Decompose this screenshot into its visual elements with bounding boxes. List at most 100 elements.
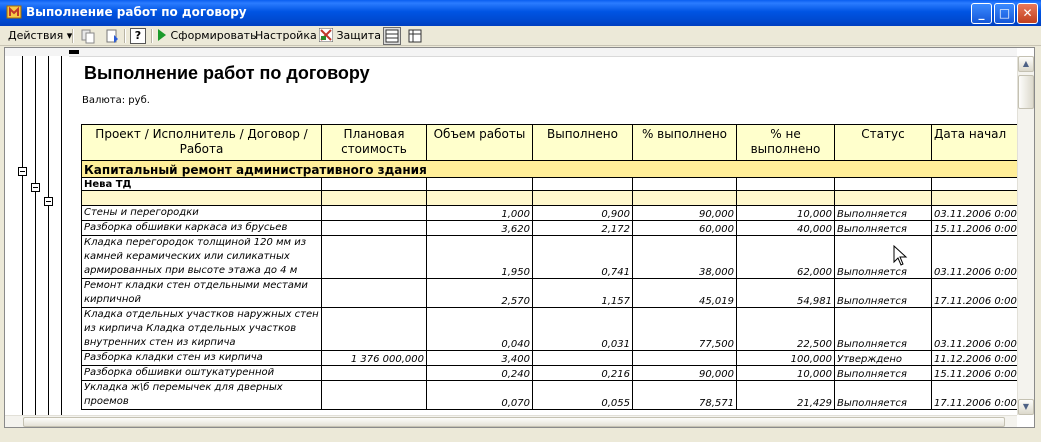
scroll-thumb[interactable] — [1018, 75, 1034, 109]
table-cell — [532, 177, 633, 191]
maximize-button[interactable]: □ — [994, 3, 1015, 24]
table-cell — [632, 190, 737, 206]
scroll-down-button[interactable]: ▼ — [1018, 399, 1034, 415]
percent-not-done: 10,000 — [736, 365, 835, 381]
group-line — [61, 56, 62, 415]
table-cell — [931, 190, 1017, 206]
report-table-viewport: Проект / Исполнитель / Договор / Работа … — [81, 124, 1017, 415]
protection-icon — [318, 27, 334, 43]
percent-done: 90,000 — [632, 205, 737, 221]
column-header: % не выполнено — [736, 124, 835, 161]
work-done: 0,741 — [532, 235, 633, 279]
settings-button[interactable]: Настройка — [255, 28, 317, 44]
contractor-name: Нева ТД — [81, 177, 322, 191]
generate-button[interactable]: Сформировать — [157, 28, 257, 44]
collapse-group-button[interactable] — [31, 183, 40, 192]
table-row[interactable]: Укладка ж\б перемычек для дверных проемо… — [81, 380, 1017, 410]
start-date: 11.12.2006 0:00: — [931, 350, 1017, 366]
title-bar: Выполнение работ по договору _ □ ✕ — [0, 0, 1041, 26]
table-cell — [632, 177, 737, 191]
column-group-bar — [5, 48, 1017, 57]
contract-row[interactable] — [81, 190, 1017, 206]
planned-cost — [321, 307, 427, 351]
group-line — [22, 56, 23, 415]
table-row[interactable]: Разборка обшивки каркаса из брусьев 3,620… — [81, 220, 1017, 236]
table-row[interactable]: Ремонт кладки стен отдельными местами ки… — [81, 278, 1017, 308]
play-icon — [158, 29, 166, 41]
column-header: Дата начал — [931, 124, 1017, 161]
group-line — [35, 56, 36, 415]
start-date: 15.11.2006 0:00: — [931, 365, 1017, 381]
mouse-cursor-icon — [893, 245, 908, 266]
layout-icon[interactable] — [407, 28, 423, 44]
report-title: Выполнение работ по договору — [84, 63, 370, 83]
percent-done: 60,000 — [632, 220, 737, 236]
collapse-group-button[interactable] — [18, 167, 27, 176]
refresh-icon[interactable] — [104, 28, 120, 44]
work-volume: 0,070 — [426, 380, 533, 410]
work-name: Кладка отдельных участков наружных стен … — [81, 307, 322, 351]
work-volume: 2,570 — [426, 278, 533, 308]
table-cell — [81, 190, 322, 206]
contractor-row[interactable]: Нева ТД — [81, 177, 1017, 191]
status-cell: Выполняется — [834, 220, 932, 236]
group-level-marker — [69, 50, 79, 54]
start-date: 17.11.2006 0:00: — [931, 380, 1017, 410]
help-icon[interactable]: ? — [130, 28, 146, 44]
collapse-group-button[interactable] — [44, 197, 53, 206]
table-cell — [426, 177, 533, 191]
table-cell — [736, 177, 835, 191]
table-row[interactable]: Кладка перегородок толщиной 120 мм из ка… — [81, 235, 1017, 279]
group-line — [48, 56, 49, 415]
app-icon — [6, 5, 22, 19]
report-frame: Выполнение работ по договору Валюта: руб… — [4, 47, 1035, 428]
project-group-row[interactable]: Капитальный ремонт административного зда… — [81, 160, 1017, 178]
work-done — [532, 350, 633, 366]
table-cell — [426, 190, 533, 206]
work-name: Стены и перегородки — [81, 205, 322, 221]
table-row[interactable]: Разборка обшивки оштукатуренной 0,240 0,21… — [81, 365, 1017, 381]
copy-icon[interactable] — [80, 28, 96, 44]
table-row[interactable]: Стены и перегородки 1,000 0,900 90,000 10,00… — [81, 205, 1017, 221]
table-cell — [321, 190, 427, 206]
column-header: Статус — [834, 124, 932, 161]
table-row[interactable]: Разборка кладки стен из кирпича 1 376 000… — [81, 350, 1017, 366]
status-cell: Выполняется — [834, 205, 932, 221]
table-cell — [834, 190, 932, 206]
percent-not-done: 62,000 — [736, 235, 835, 279]
percent-not-done: 10,000 — [736, 205, 835, 221]
work-name: Укладка ж\б перемычек для дверных проемо… — [81, 380, 322, 410]
toolbar-separator — [151, 29, 153, 43]
report-table: Проект / Исполнитель / Договор / Работа … — [81, 124, 1017, 410]
table-row[interactable]: Кладка отдельных участков наружных стен … — [81, 307, 1017, 351]
percent-done: 38,000 — [632, 235, 737, 279]
table-cell — [736, 190, 835, 206]
column-header: Плановая стоимость — [321, 124, 427, 161]
horizontal-scroll-thumb[interactable] — [23, 417, 1005, 427]
close-button[interactable]: ✕ — [1017, 3, 1038, 24]
table-view-icon[interactable] — [383, 27, 401, 45]
work-name: Разборка обшивки каркаса из брусьев — [81, 220, 322, 236]
scroll-up-button[interactable]: ▲ — [1018, 56, 1034, 72]
table-cell — [834, 177, 932, 191]
status-cell: Выполняется — [834, 307, 932, 351]
toolbar-separator — [72, 29, 74, 43]
planned-cost: 1 376 000,000 — [321, 350, 427, 366]
start-date: 03.11.2006 0:00: — [931, 235, 1017, 279]
horizontal-scrollbar[interactable] — [5, 415, 1017, 427]
work-done: 2,172 — [532, 220, 633, 236]
vertical-scrollbar[interactable]: ▲ ▼ — [1017, 56, 1034, 415]
work-name: Кладка перегородок толщиной 120 мм из ка… — [81, 235, 322, 279]
work-done: 0,216 — [532, 365, 633, 381]
column-header: % выполнено — [632, 124, 737, 161]
work-done: 1,157 — [532, 278, 633, 308]
planned-cost — [321, 278, 427, 308]
actions-menu[interactable]: Действия ▾ — [8, 28, 72, 44]
table-header-row: Проект / Исполнитель / Договор / Работа … — [81, 124, 1017, 161]
percent-not-done: 54,981 — [736, 278, 835, 308]
minimize-button[interactable]: _ — [971, 3, 992, 24]
protection-button[interactable]: Защита — [318, 27, 381, 44]
percent-not-done: 21,429 — [736, 380, 835, 410]
work-volume: 3,400 — [426, 350, 533, 366]
table-cell — [321, 177, 427, 191]
